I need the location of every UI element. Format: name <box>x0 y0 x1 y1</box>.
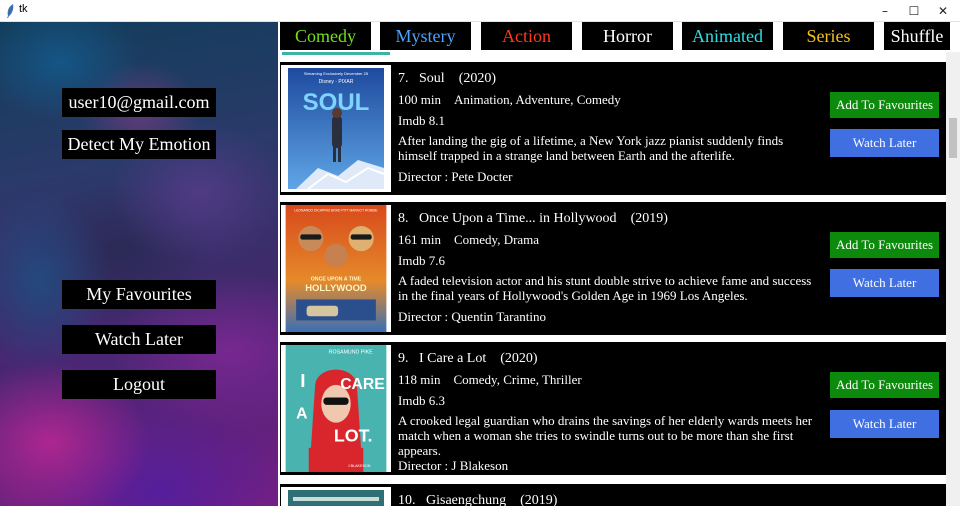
movie-description: After landing the gig of a lifetime, a N… <box>398 133 784 163</box>
movie-card: ROSAMUND PIKE I CARE A LOT. J BLAKESON 9… <box>280 342 946 475</box>
close-icon[interactable]: ✕ <box>928 0 958 22</box>
watch-later-card-button[interactable]: Watch Later <box>830 269 939 297</box>
svg-text:A: A <box>296 405 307 422</box>
movie-poster-gisaengchung <box>281 487 391 506</box>
genre-series-button[interactable]: Series <box>783 22 874 50</box>
poster-image-ouatih: LEONARDO DICAPRIO BRAD PITT MARGOT ROBBI… <box>285 205 387 332</box>
imdb-rating: Imdb 7.6 <box>398 253 445 268</box>
watch-later-card-button[interactable]: Watch Later <box>830 410 939 438</box>
scrollbar-thumb[interactable] <box>949 118 957 158</box>
svg-text:HOLLYWOOD: HOLLYWOOD <box>305 283 367 294</box>
movie-description: A crooked legal guardian who drains the … <box>398 413 813 458</box>
watch-later-button[interactable]: Watch Later <box>62 325 216 354</box>
poster-image-soul: Streaming Exclusively December 25 Disney… <box>288 68 384 189</box>
user-email-label: user10@gmail.com <box>62 88 216 117</box>
movie-card: Streaming Exclusively December 25 Disney… <box>280 62 946 195</box>
logout-button[interactable]: Logout <box>62 370 216 399</box>
poster-image-icarealot: ROSAMUND PIKE I CARE A LOT. J BLAKESON <box>285 345 387 472</box>
my-favourites-button[interactable]: My Favourites <box>62 280 216 309</box>
movie-director: Director : Quentin Tarantino <box>398 309 546 324</box>
svg-text:ROSAMUND PIKE: ROSAMUND PIKE <box>329 349 373 355</box>
movie-title: 10. Gisaengchung (2019) <box>398 493 558 506</box>
svg-text:LOT.: LOT. <box>334 426 373 446</box>
sidebar: user10@gmail.com Detect My Emotion My Fa… <box>0 22 278 506</box>
detect-emotion-button[interactable]: Detect My Emotion <box>62 130 216 159</box>
movie-meta: 161 min Comedy, Drama <box>398 232 540 247</box>
previous-poster-edge <box>282 52 390 55</box>
imdb-rating: Imdb 8.1 <box>398 113 445 128</box>
genre-horror-button[interactable]: Horror <box>582 22 673 50</box>
window-title: tk <box>19 3 28 15</box>
movie-poster-ouatih: LEONARDO DICAPRIO BRAD PITT MARGOT ROBBI… <box>281 205 391 332</box>
movie-poster-icarealot: ROSAMUND PIKE I CARE A LOT. J BLAKESON <box>281 345 391 472</box>
vertical-scrollbar[interactable] <box>946 52 960 506</box>
genre-comedy-button[interactable]: Comedy <box>280 22 371 50</box>
watch-later-card-button[interactable]: Watch Later <box>830 129 939 157</box>
movie-card: 10. Gisaengchung (2019) <box>280 484 946 506</box>
movie-director: Director : Pete Docter <box>398 169 513 184</box>
movie-meta: 118 min Comedy, Crime, Thriller <box>398 372 582 387</box>
svg-text:LEONARDO DICAPRIO BRAD PITT: LEONARDO DICAPRIO BRAD PITT MARGOT ROBBI… <box>294 208 378 212</box>
genre-bar: Comedy Mystery Action Horror Animated Se… <box>278 22 960 52</box>
title-bar: tk – ☐ ✕ <box>0 0 960 22</box>
genre-action-button[interactable]: Action <box>481 22 572 50</box>
movie-director: Director : J Blakeson <box>398 458 509 473</box>
add-to-favourites-button[interactable]: Add To Favourites <box>830 232 939 258</box>
add-to-favourites-button[interactable]: Add To Favourites <box>830 372 939 398</box>
movie-poster-soul: Streaming Exclusively December 25 Disney… <box>281 65 391 192</box>
svg-text:ONCE UPON A TIME: ONCE UPON A TIME <box>311 277 362 283</box>
svg-text:Disney · PIXAR: Disney · PIXAR <box>319 79 354 85</box>
genre-animated-button[interactable]: Animated <box>682 22 773 50</box>
movie-title: 8. Once Upon a Time... in Hollywood (201… <box>398 211 668 226</box>
svg-text:Streaming Exclusively December: Streaming Exclusively December 25 <box>304 71 369 76</box>
feather-icon <box>7 4 14 18</box>
movie-card: LEONARDO DICAPRIO BRAD PITT MARGOT ROBBI… <box>280 202 946 335</box>
minimize-icon[interactable]: – <box>870 0 900 22</box>
shuffle-button[interactable]: Shuffle <box>884 22 950 50</box>
movie-title: 7. Soul (2020) <box>398 71 497 86</box>
imdb-rating: Imdb 6.3 <box>398 393 445 408</box>
movie-meta: 100 min Animation, Adventure, Comedy <box>398 92 621 107</box>
maximize-icon[interactable]: ☐ <box>899 0 929 22</box>
movie-description: A faded television actor and his stunt d… <box>398 273 812 303</box>
genre-mystery-button[interactable]: Mystery <box>380 22 471 50</box>
movie-title: 9. I Care a Lot (2020) <box>398 351 538 366</box>
svg-text:J BLAKESON: J BLAKESON <box>348 464 371 468</box>
svg-text:I: I <box>300 371 305 392</box>
add-to-favourites-button[interactable]: Add To Favourites <box>830 92 939 118</box>
svg-text:CARE: CARE <box>340 376 385 393</box>
movie-list[interactable]: Streaming Exclusively December 25 Disney… <box>278 52 946 506</box>
